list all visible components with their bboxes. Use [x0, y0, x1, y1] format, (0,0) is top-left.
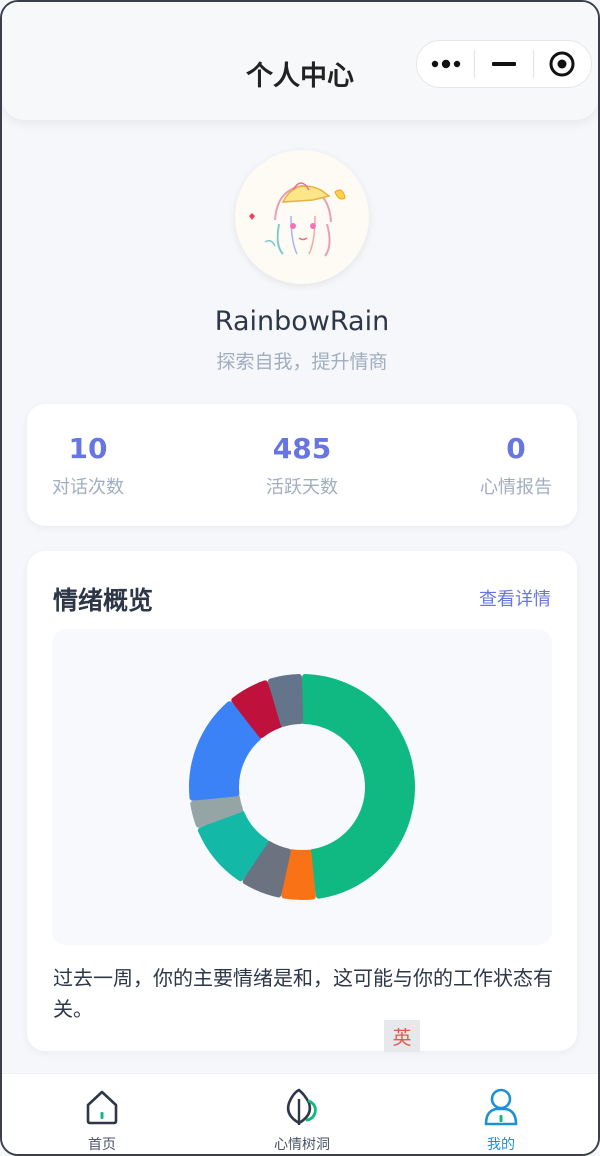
bottom-tab-bar: 首页 心情树洞 我的	[2, 1073, 598, 1154]
stat-label: 活跃天数	[266, 477, 338, 498]
mood-chart-area	[52, 629, 552, 945]
stat-value: 10	[68, 432, 108, 465]
mood-overview-card: 情绪概览 查看详情 过去一周，你的主要情绪是和，这可能与你的工作状态有关。	[27, 551, 577, 1051]
username: RainbowRain	[214, 306, 390, 337]
profile-motto: 探索自我，提升情商	[216, 351, 388, 373]
stat-value: 485	[272, 432, 332, 465]
mood-donut-chart	[189, 674, 415, 900]
mood-summary-text: 过去一周，你的主要情绪是和，这可能与你的工作状态有关。	[53, 966, 553, 1021]
donut-slice-0	[300, 674, 415, 899]
avatar[interactable]	[235, 150, 369, 284]
tab-label: 心情树洞	[274, 1137, 330, 1153]
app-frame: 个人中心 RainbowRain 探索自我，提升情商 10 对话次数 485 活…	[0, 0, 600, 1156]
minimize-button[interactable]	[475, 40, 532, 88]
more-button[interactable]	[417, 40, 474, 88]
stat-conversations[interactable]: 10 对话次数	[8, 432, 168, 499]
stat-label: 对话次数	[52, 477, 124, 498]
user-icon	[484, 1088, 518, 1126]
target-close-icon	[549, 51, 575, 77]
stat-label: 心情报告	[480, 477, 552, 498]
leaf-icon	[286, 1088, 317, 1125]
tab-mood-treehole[interactable]: 心情树洞	[242, 1086, 362, 1154]
stat-active-days[interactable]: 485 活跃天数	[222, 432, 382, 499]
stat-mood-reports[interactable]: 0 心情报告	[436, 432, 596, 499]
anime-avatar-illustration	[249, 182, 346, 257]
mood-overview-title: 情绪概览	[53, 586, 154, 615]
mini-program-capsule	[416, 40, 592, 88]
view-details-link[interactable]: 查看详情	[479, 585, 551, 611]
stat-value: 0	[506, 432, 526, 465]
more-dots-icon	[431, 59, 460, 69]
ime-language-indicator[interactable]: 英	[384, 1020, 420, 1052]
tab-label: 我的	[487, 1137, 515, 1153]
minimize-icon	[492, 62, 516, 66]
stats-card: 10 对话次数 485 活跃天数 0 心情报告	[27, 404, 577, 526]
close-button[interactable]	[534, 40, 591, 88]
nav-header: 个人中心	[2, 2, 598, 120]
tab-label: 首页	[88, 1137, 116, 1153]
tab-home[interactable]: 首页	[42, 1086, 162, 1154]
home-icon	[86, 1090, 118, 1125]
tab-mine[interactable]: 我的	[441, 1086, 561, 1154]
